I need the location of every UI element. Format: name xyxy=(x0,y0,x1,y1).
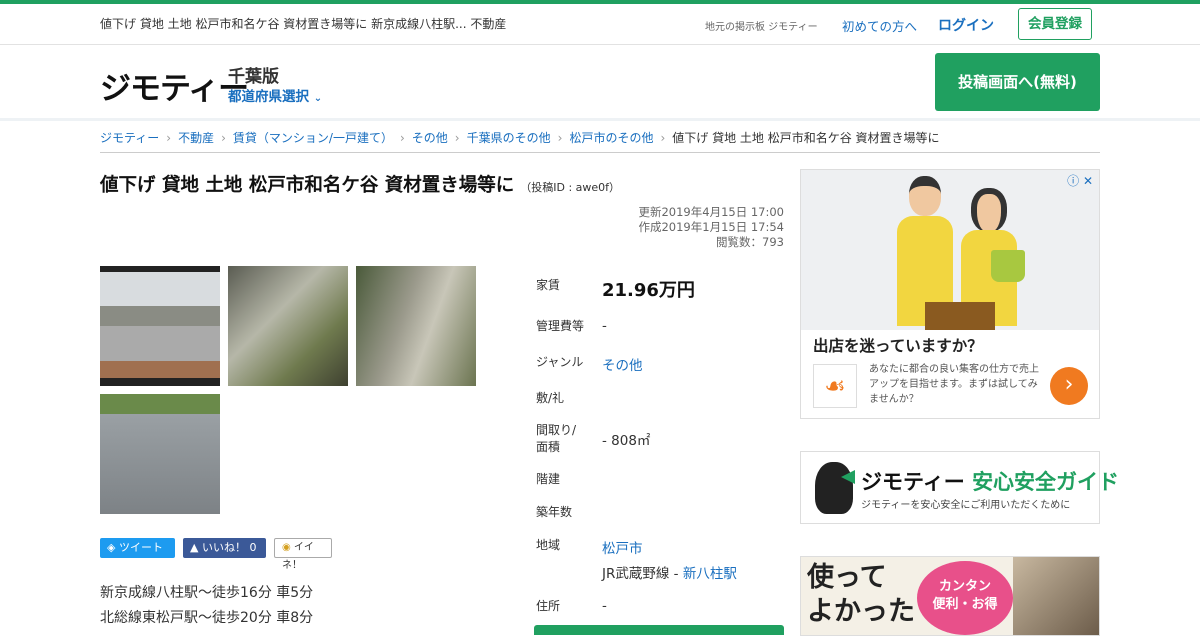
ad-text: あなたに都合の良い集客の仕方で売上アップを目指せます。まずは試してみませんか？ xyxy=(869,364,1039,405)
breadcrumb-item[interactable]: 松戸市のその他 xyxy=(569,131,653,145)
listing-meta: 更新2019年4月15日 17:00 作成2019年1月15日 17:54 閲覧… xyxy=(638,205,784,250)
area-city-link[interactable]: 松戸市 xyxy=(602,537,643,557)
breadcrumb-separator-icon: › xyxy=(399,131,405,145)
contact-button[interactable] xyxy=(534,625,784,635)
photo-thumbnail-4[interactable] xyxy=(100,394,220,514)
station-access: 新京成線八柱駅～徒歩16分 車5分 北総線東松戸駅～徒歩20分 車8分 xyxy=(100,581,313,631)
board-link[interactable]: 地元の掲示板 ジモティー xyxy=(705,18,818,33)
thumbs-up-icon: ▲ xyxy=(190,541,199,554)
view-count: 閲覧数：793 xyxy=(716,235,784,249)
ad3-badge: カンタン 便利・お得 xyxy=(917,561,1013,635)
ad-brand-icon: ☙ xyxy=(813,364,857,408)
ad3-photo xyxy=(1013,557,1099,635)
page-heading-text: 値下げ 貸地 土地 松戸市和名ケ谷 資材置き場等に 新京成線八柱駅... 不動産 xyxy=(100,17,507,31)
breadcrumb-separator-icon: › xyxy=(454,131,460,145)
listing-title: 値下げ 貸地 土地 松戸市和名ケ谷 資材置き場等に （投稿ID : awe0f） xyxy=(100,171,620,197)
photo-thumbnail-1[interactable] xyxy=(100,266,220,386)
listing-title-text: 値下げ 貸地 土地 松戸市和名ケ谷 資材置き場等に xyxy=(100,175,515,196)
photo-thumbnail-2[interactable] xyxy=(228,266,348,386)
access-line: 新京成線八柱駅～徒歩16分 車5分 xyxy=(100,585,314,601)
megaphone-icon xyxy=(841,470,855,484)
layout-label: 間取り/面積 xyxy=(536,421,576,455)
safety-guide-banner[interactable]: ジモティー 安心安全ガイド ジモティーを安心安全にご利用いただくために xyxy=(800,451,1119,524)
site-header: ジモティー 千葉版 都道府県選択 ⌄ 投稿画面へ(無料) xyxy=(0,45,1200,121)
area-label: 地域 xyxy=(536,538,561,552)
genre-label: ジャンル xyxy=(536,355,584,369)
guide-title-brand: ジモティー xyxy=(861,470,965,494)
layout-label-line: 間取り/ xyxy=(536,423,577,437)
rent-label: 家賃 xyxy=(536,278,561,292)
breadcrumb-item[interactable]: 賃貸（マンション/一戸建て） xyxy=(233,131,393,145)
first-time-link[interactable]: 初めての方へ xyxy=(842,16,917,35)
train-line: JR武蔵野線 - xyxy=(602,566,683,582)
ad-banner-testimonial[interactable]: 使って よかった カンタン 便利・お得 xyxy=(800,556,1100,636)
breadcrumb-current: 値下げ 貸地 土地 松戸市和名ケ谷 資材置き場等に xyxy=(672,131,940,145)
top-bar: 値下げ 貸地 土地 松戸市和名ケ谷 資材置き場等に 新京成線八柱駅... 不動産… xyxy=(0,4,1200,45)
access-line: 北総線東松戸駅～徒歩20分 車8分 xyxy=(100,610,314,626)
man-head xyxy=(909,176,941,216)
ad-banner-store[interactable]: ⓘ ✕ 出店を迷っていますか？ ☙ あなたに都合の良い集客の仕方で売上アップを目… xyxy=(800,169,1100,419)
rent-value: 21.96万円 xyxy=(602,280,695,301)
guide-title: ジモティー 安心安全ガイド xyxy=(861,466,1119,496)
post-id: （投稿ID : awe0f） xyxy=(520,181,621,194)
breadcrumb-separator-icon: › xyxy=(660,131,666,145)
jmty-logo[interactable]: ジモティー xyxy=(100,63,249,108)
breadcrumb-separator-icon: › xyxy=(557,131,563,145)
register-button[interactable]: 会員登録 xyxy=(1018,8,1092,40)
ad-title: 出店を迷っていますか？ xyxy=(813,337,983,355)
woman-head xyxy=(971,188,1007,232)
created-date: 作成2019年1月15日 17:54 xyxy=(638,220,784,234)
bucket-illustration xyxy=(991,250,1025,282)
like-label: いいね！ 0 xyxy=(201,541,257,554)
breadcrumb: ジモティー › 不動産 › 賃貸（マンション/一戸建て） › その他 › 千葉県のその他 › 松戸市… xyxy=(100,129,1100,153)
prefecture-select[interactable]: 都道府県選択 ⌄ xyxy=(228,85,322,105)
ad3-headline: 使って よかった xyxy=(807,562,915,627)
station-link[interactable]: 新八柱駅 xyxy=(683,566,737,582)
breadcrumb-item[interactable]: ジモティー xyxy=(100,131,159,145)
breadcrumb-separator-icon: › xyxy=(166,131,172,145)
breadcrumb-separator-icon: › xyxy=(221,131,226,145)
tweet-button[interactable]: ◈ ツイート xyxy=(100,538,175,558)
breadcrumb-item[interactable]: 不動産 xyxy=(178,131,214,145)
mgmt-fee-label: 管理費等 xyxy=(536,319,585,333)
floors-label: 階建 xyxy=(536,472,561,486)
guide-title-text: 安心安全ガイド xyxy=(972,470,1120,494)
address-label: 住所 xyxy=(536,599,561,613)
layout-label-line: 面積 xyxy=(536,440,561,454)
updated-date: 更新2019年4月15日 17:00 xyxy=(638,205,784,219)
guide-subtitle: ジモティーを安心安全にご利用いただくために xyxy=(861,500,1071,511)
ad-info-close-icon[interactable]: ⓘ ✕ xyxy=(1067,172,1093,189)
genre-link[interactable]: その他 xyxy=(602,354,643,374)
crate-illustration xyxy=(925,302,995,330)
chevron-right-icon[interactable]: › xyxy=(1050,367,1088,405)
layout-value: - 808㎡ xyxy=(602,433,651,449)
breadcrumb-item[interactable]: 千葉県のその他 xyxy=(467,131,551,145)
breadcrumb-item[interactable]: その他 xyxy=(412,131,448,145)
building-age-label: 築年数 xyxy=(536,505,573,519)
login-link[interactable]: ログイン xyxy=(938,15,994,35)
edition-label: 千葉版 xyxy=(228,67,279,87)
prefecture-select-label: 都道府県選択 xyxy=(228,89,309,105)
area-station: JR武蔵野線 - 新八柱駅 xyxy=(602,562,737,582)
chevron-down-icon: ⌄ xyxy=(313,93,323,104)
tweet-label: ツイート xyxy=(118,541,163,554)
deposit-label: 敷/礼 xyxy=(536,391,565,405)
address-value: - xyxy=(602,598,607,614)
facebook-like-button[interactable]: ▲ いいね！ 0 xyxy=(183,538,266,558)
mixi-icon: ◉ xyxy=(282,542,291,553)
twitter-bird-icon: ◈ xyxy=(107,541,116,554)
mgmt-fee-value: - xyxy=(602,318,607,334)
mixi-iine-button[interactable]: ◉ イイネ！ xyxy=(274,538,332,571)
photo-thumbnail-3[interactable] xyxy=(356,266,476,386)
post-button[interactable]: 投稿画面へ(無料) xyxy=(935,53,1100,111)
